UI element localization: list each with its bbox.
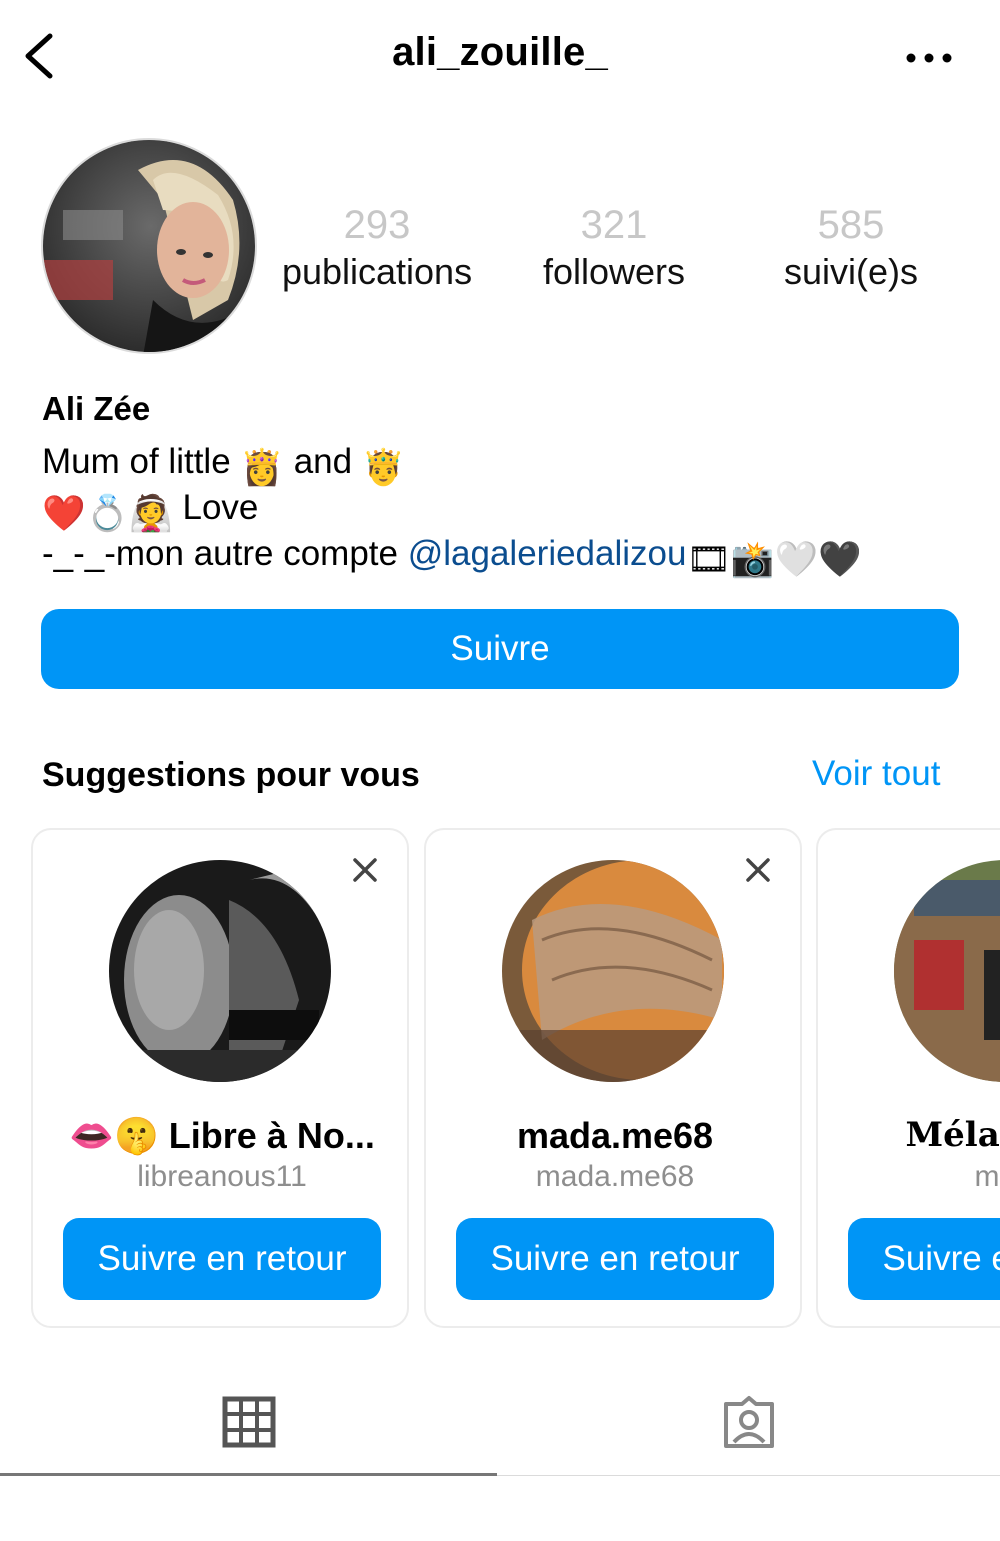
princess-emoji: 👸 — [240, 448, 284, 487]
bio-text: Love — [172, 488, 259, 527]
suggestion-username: mela — [974, 1160, 1000, 1193]
profile-display-name: Ali Zée — [42, 390, 151, 427]
followers-count: 321 — [580, 203, 648, 247]
suggestion-username: libreanous11 — [137, 1160, 307, 1193]
active-tab-indicator — [0, 1473, 497, 1476]
suggestion-name-text: Libre à No... — [158, 1115, 375, 1156]
close-icon[interactable] — [744, 856, 772, 884]
suggestion-avatar[interactable] — [109, 860, 331, 1082]
suggestion-card[interactable]: 👄🤫 Libre à No... libreanous11 Suivre en … — [31, 828, 409, 1328]
bio-line-1: Mum of little 👸 and 🤴 — [42, 440, 405, 490]
mention-link[interactable]: @lagaleriedalizou — [408, 534, 687, 573]
profile-avatar[interactable] — [41, 138, 257, 354]
suggestion-card[interactable]: mada.me68 mada.me68 Suivre en retour — [424, 828, 802, 1328]
publications-label: publications — [281, 251, 473, 292]
tagged-icon[interactable] — [720, 1394, 778, 1452]
suggestion-username: mada.me68 — [535, 1160, 695, 1193]
suggestion-name: 👄🤫 Libre à No... — [33, 1115, 407, 1157]
following-label: suivi(e)s — [783, 251, 918, 292]
close-icon[interactable] — [351, 856, 379, 884]
grid-icon[interactable] — [222, 1396, 276, 1448]
bio-line-2: ❤️💍👰 Love — [42, 486, 258, 536]
followers-label: followers — [542, 251, 686, 292]
suggestion-avatar[interactable] — [502, 860, 724, 1082]
bio-text: and — [283, 442, 362, 481]
stat-publications[interactable]: 293 publications — [257, 200, 497, 294]
suggestion-emojis: 👄🤫 — [69, 1115, 159, 1156]
bio-emojis: 🎞📸🤍🖤 — [686, 540, 862, 579]
suggestion-avatar[interactable] — [894, 860, 1000, 1082]
profile-username-title: ali_zouille_ — [392, 30, 608, 74]
suggestions-title: Suggestions pour vous — [42, 756, 420, 794]
stat-following[interactable]: 585 suivi(e)s — [731, 200, 971, 294]
more-options-icon[interactable] — [903, 48, 955, 68]
see-all-link[interactable]: Voir tout — [812, 754, 940, 794]
suggestion-card[interactable]: Mélanie M mela Suivre en retour — [816, 828, 1000, 1328]
suggestion-name: Mélanie M — [905, 1115, 1000, 1155]
stat-followers[interactable]: 321 followers — [494, 200, 734, 294]
follow-back-button[interactable]: Suivre en retour — [456, 1218, 774, 1300]
prince-emoji: 🤴 — [361, 448, 406, 487]
following-count: 585 — [817, 203, 885, 247]
publications-count: 293 — [343, 203, 411, 247]
love-emojis: ❤️💍👰 — [42, 494, 173, 533]
bio-line-3: -_-_-mon autre compte @lagaleriedalizou … — [42, 532, 862, 582]
bio-text: Mum of little — [42, 442, 241, 481]
suggestion-name: mada.me68 — [516, 1115, 714, 1156]
follow-button[interactable]: Suivre — [41, 609, 959, 689]
bio-text: -_-_-mon autre compte — [42, 534, 408, 573]
follow-back-button[interactable]: Suivre en retour — [63, 1218, 381, 1300]
follow-back-button[interactable]: Suivre en retour — [848, 1218, 1000, 1300]
